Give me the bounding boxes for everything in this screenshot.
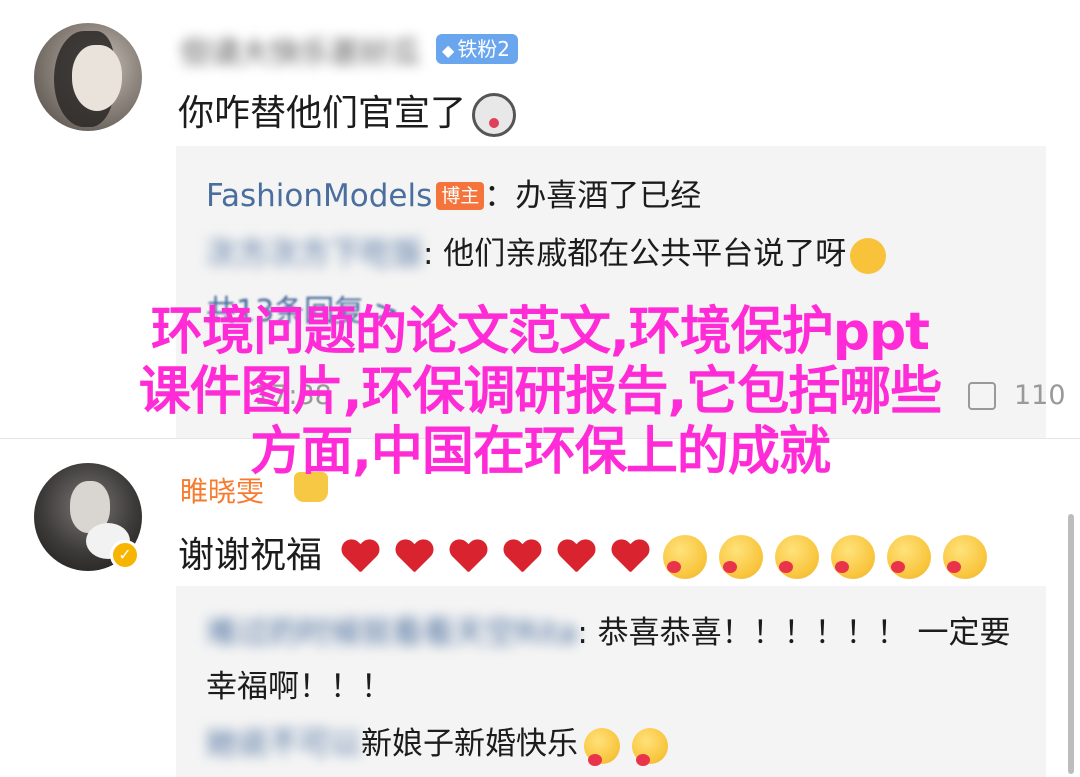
- heart-kiss-face-icon: [887, 535, 932, 579]
- diamond-icon: ◆: [442, 41, 455, 60]
- reply-3[interactable]: 难过的时候就看看天空Rita: 恭喜恭喜！！！！！！ 一定要: [206, 607, 1010, 652]
- comment-2-text: 谢谢祝福: [178, 526, 993, 579]
- reply-3-username[interactable]: 难过的时候就看看天空Rita: [206, 615, 577, 651]
- overlay-line-2: 课件图片,环保调研报告,它包括哪些: [138, 362, 943, 422]
- red-heart-icon: [557, 540, 595, 574]
- reply-2[interactable]: 次方次方下吃饭: 他们亲戚都在公共平台说了呀: [206, 228, 887, 274]
- reply-1[interactable]: FashionModels 博主 ：办喜酒了已经: [206, 170, 701, 215]
- avatar-face: [72, 45, 122, 111]
- reply-3-continued: 幸福啊！！！: [206, 669, 392, 705]
- red-heart-icon: [611, 540, 649, 574]
- fan-badge-label: 铁粉2: [457, 37, 511, 61]
- overlay-line-1: 环境问题的论文范文,环境保护ppt: [150, 302, 930, 362]
- heart-kiss-face-icon: [584, 727, 620, 766]
- heart-kiss-face-icon: [831, 535, 876, 579]
- heart-kiss-face-icon: [632, 727, 668, 766]
- reply-4[interactable]: 她说不可以新娘子新婚快乐: [206, 718, 674, 766]
- overlay-line-3: 方面,中国在环保上的成就: [250, 422, 831, 482]
- user-avatar-1[interactable]: [34, 23, 142, 131]
- comment-1-body: 你咋替他们官宣了: [178, 93, 467, 134]
- comment-2-body: 谢谢祝福: [178, 535, 323, 576]
- red-heart-icon: [341, 540, 379, 574]
- reply-3-text: : 恭喜恭喜！！！！！！ 一定要: [577, 615, 1011, 651]
- heart-kiss-face-icon: [943, 535, 988, 579]
- red-heart-icon: [503, 540, 541, 574]
- red-heart-icon: [395, 540, 433, 574]
- reply-4-text: 新娘子新婚快乐: [361, 726, 578, 762]
- comment-1-username[interactable]: 但请大快乐甚好瓜: [180, 28, 420, 72]
- comment-1-text: 你咋替他们官宣了: [178, 84, 517, 137]
- reply-2-username[interactable]: 次方次方下吃饭: [206, 236, 423, 272]
- emoji-row: [333, 535, 993, 579]
- reply-2-text: : 他们亲戚都在公共平台说了呀: [423, 236, 847, 272]
- reply-1-username[interactable]: FashionModels: [206, 178, 432, 214]
- dog-face-icon: [472, 93, 517, 137]
- verified-icon: ✓: [110, 540, 140, 570]
- laughing-tears-icon: [850, 237, 887, 274]
- red-heart-icon: [449, 540, 487, 574]
- heart-kiss-face-icon: [719, 535, 764, 579]
- overlay-title: 环境问题的论文范文,环境保护ppt 课件图片,环保调研报告,它包括哪些 方面,中…: [0, 302, 1080, 482]
- heart-kiss-face-icon: [663, 535, 708, 579]
- fan-badge: ◆ 铁粉2: [436, 34, 519, 64]
- blogger-badge: 博主: [436, 182, 485, 210]
- reply-1-text: ：办喜酒了已经: [484, 178, 702, 214]
- scrollbar[interactable]: [1068, 514, 1074, 774]
- reply-4-username[interactable]: 她说不可以: [206, 726, 361, 762]
- heart-kiss-face-icon: [775, 535, 820, 579]
